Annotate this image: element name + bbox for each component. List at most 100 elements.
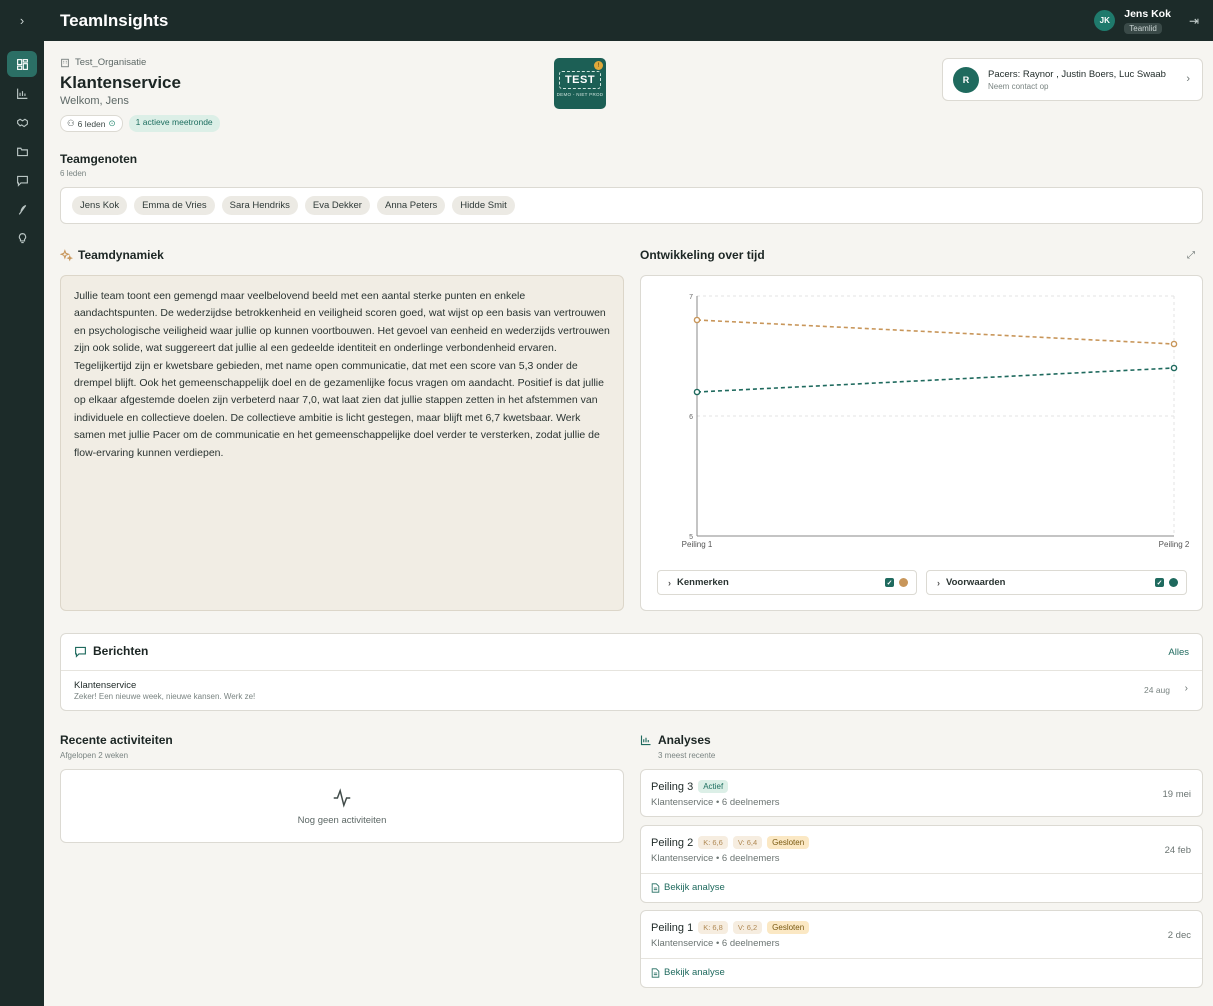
bar-chart-icon xyxy=(640,735,651,746)
kenmerken-score-badge: K: 6,6 xyxy=(698,836,728,849)
pacers-contact-hint: Neem contact op xyxy=(988,81,1049,91)
sidebar xyxy=(0,41,44,1006)
voorwaarden-score-badge: V: 6,4 xyxy=(732,836,763,849)
sidebar-item-messages[interactable] xyxy=(7,168,37,192)
view-analysis-label: Bekijk analyse xyxy=(664,882,725,893)
analyses-subtitle: 3 meest recente xyxy=(658,751,716,760)
analysis-date: 2 dec xyxy=(1167,930,1191,941)
chart-title: Ontwikkeling over tijd xyxy=(640,248,765,262)
active-round-chip: 1 actieve meetronde xyxy=(128,115,220,132)
logout-icon[interactable]: ⇥ xyxy=(1189,14,1199,28)
message-icon xyxy=(75,646,86,658)
teammates-count: 6 leden xyxy=(60,169,87,178)
y-tick-label: 7 xyxy=(689,294,693,301)
divider xyxy=(641,958,1202,959)
teammates-list: Jens Kok Emma de Vries Sara Hendriks Eva… xyxy=(60,187,1203,224)
pacer-avatar: R xyxy=(953,66,979,93)
y-tick-label: 6 xyxy=(689,414,693,421)
users-icon: ⚇ xyxy=(67,118,75,128)
sidebar-item-documents[interactable] xyxy=(7,139,37,163)
user-menu[interactable]: JK Jens Kok Teamlid ⇥ xyxy=(1094,0,1213,41)
welcome-text: Welkom, Jens xyxy=(60,95,129,107)
view-analysis-link[interactable]: Bekijk analyse xyxy=(651,967,725,978)
teammate-pill[interactable]: Eva Dekker xyxy=(304,196,370,215)
sidebar-item-dashboard[interactable] xyxy=(7,51,37,77)
logo-alert-badge: ! xyxy=(594,61,603,70)
chevron-right-icon: › xyxy=(937,577,940,588)
analysis-card[interactable]: Peiling 3 Actief Klantenservice • 6 deel… xyxy=(640,769,1203,817)
user-name: Jens Kok xyxy=(1124,7,1171,20)
sidebar-item-team[interactable] xyxy=(7,110,37,134)
view-analysis-link[interactable]: Bekijk analyse xyxy=(651,882,725,893)
sidebar-item-analyses[interactable] xyxy=(7,81,37,105)
data-point-kenmerken xyxy=(693,316,701,324)
divider xyxy=(641,873,1202,874)
line-chart: 765Peiling 1 Peiling 2 xyxy=(682,294,1190,549)
legend-kenmerken[interactable]: › Kenmerken ✓ xyxy=(657,570,917,595)
activities-empty-text: Nog geen activiteiten xyxy=(297,814,387,826)
analysis-card[interactable]: Peiling 1 K: 6,8 V: 6,2 Gesloten Klanten… xyxy=(640,910,1203,988)
analyses-header: Analyses xyxy=(640,733,711,747)
expand-icon[interactable]: ⤢ xyxy=(1187,250,1195,261)
checkbox-checked-icon[interactable]: ✓ xyxy=(885,578,894,587)
analysis-card[interactable]: Peiling 2 K: 6,6 V: 6,4 Gesloten Klanten… xyxy=(640,825,1203,903)
series-line-voorwaarden xyxy=(696,367,1175,393)
teammate-pill[interactable]: Sara Hendriks xyxy=(221,196,298,215)
feather-icon xyxy=(18,204,26,215)
document-icon xyxy=(651,967,660,978)
kenmerken-color-dot xyxy=(899,578,908,587)
series-line-kenmerken xyxy=(696,319,1175,345)
folder-icon xyxy=(16,147,28,156)
voorwaarden-color-dot xyxy=(1169,578,1178,587)
voorwaarden-score-badge: V: 6,2 xyxy=(732,921,763,934)
user-role-badge: Teamlid xyxy=(1124,22,1162,34)
chevron-right-icon: › xyxy=(668,577,671,588)
members-chip[interactable]: ⚇ 6 leden ⊙ xyxy=(60,115,123,132)
data-point-kenmerken xyxy=(1170,340,1178,348)
chevron-right-icon: › xyxy=(1186,73,1190,85)
pacers-contact-card[interactable]: R Pacers: Raynor , Justin Boers, Luc Swa… xyxy=(942,58,1203,101)
teammate-pill[interactable]: Jens Kok xyxy=(72,196,128,215)
organisation-label: Test_Organisatie xyxy=(60,57,146,68)
messages-all-link[interactable]: Alles xyxy=(1168,647,1189,658)
sidebar-item-flow[interactable] xyxy=(7,197,37,221)
checkbox-checked-icon[interactable]: ✓ xyxy=(1155,578,1164,587)
message-title: Klantenservice xyxy=(74,680,137,691)
messages-title: Berichten xyxy=(93,644,149,658)
teammate-pill[interactable]: Emma de Vries xyxy=(134,196,215,215)
teammate-pill[interactable]: Anna Peters xyxy=(376,196,446,215)
messages-header: Berichten xyxy=(74,644,148,658)
legend-voorwaarden[interactable]: › Voorwaarden ✓ xyxy=(926,570,1187,595)
expand-sidebar-icon[interactable]: › xyxy=(0,0,44,41)
analysis-meta: Klantenservice • 6 deelnemers xyxy=(651,797,780,808)
organisation-name: Test_Organisatie xyxy=(75,57,147,68)
status-badge: Gesloten xyxy=(767,836,810,849)
divider xyxy=(61,670,1202,671)
chevron-right-icon: › xyxy=(1184,683,1188,694)
analysis-title: Peiling 1 xyxy=(651,921,694,934)
handshake-icon xyxy=(16,118,28,127)
analysis-date: 24 feb xyxy=(1164,845,1191,856)
avatar: JK xyxy=(1094,10,1116,31)
analysis-meta: Klantenservice • 6 deelnemers xyxy=(651,853,780,864)
activities-title: Recente activiteiten xyxy=(60,733,173,747)
app-brand[interactable]: TeamInsights xyxy=(60,11,168,31)
logo-text: TEST xyxy=(558,70,602,89)
dashboard-icon xyxy=(16,58,28,70)
building-icon xyxy=(61,58,69,67)
analysis-date: 19 mei xyxy=(1162,789,1191,800)
teammates-title: Teamgenoten xyxy=(60,152,138,166)
main-content: Test_Organisatie Klantenservice Welkom, … xyxy=(44,41,1213,1006)
message-preview: Zeker! Een nieuwe week, nieuwe kansen. W… xyxy=(74,692,256,701)
top-bar: › TeamInsights JK Jens Kok Teamlid ⇥ xyxy=(0,0,1213,41)
dynamics-title: Teamdynamiek xyxy=(78,248,164,262)
sidebar-item-insights[interactable] xyxy=(7,226,37,250)
legend-kenmerken-label: Kenmerken xyxy=(677,577,729,588)
analysis-meta: Klantenservice • 6 deelnemers xyxy=(651,938,780,949)
dynamics-header: Teamdynamiek xyxy=(60,248,164,262)
message-icon xyxy=(16,175,28,187)
logo-subtext: DEMO - NIET PROD xyxy=(556,91,604,97)
dynamics-summary: Jullie team toont een gemengd maar veelb… xyxy=(60,275,624,611)
analyses-title: Analyses xyxy=(658,733,711,747)
teammate-pill[interactable]: Hidde Smit xyxy=(452,196,515,215)
